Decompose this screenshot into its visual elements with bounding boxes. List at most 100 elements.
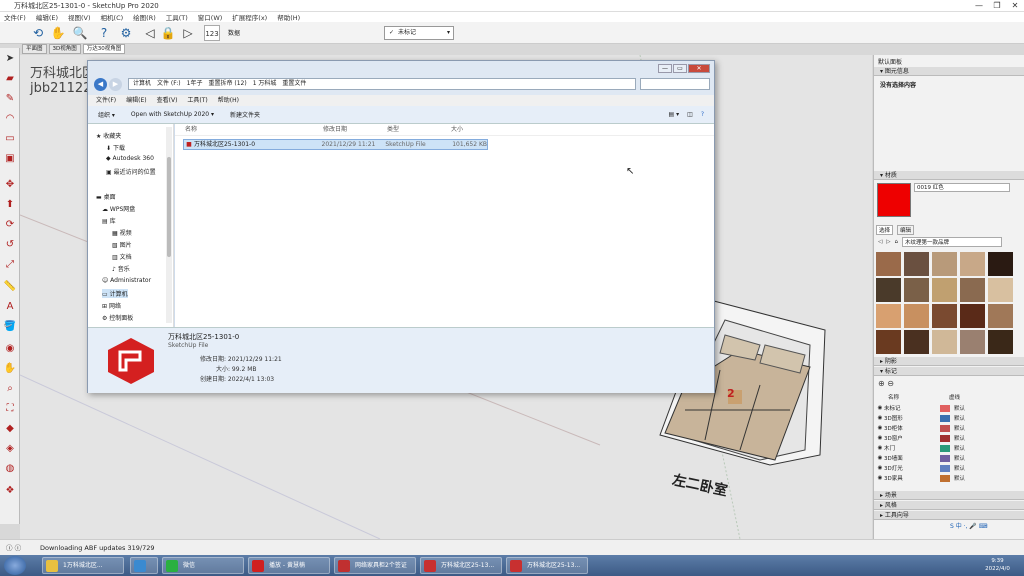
col-size[interactable]: 大小 [451,124,501,135]
taskbar-item[interactable]: 微信 [162,557,244,574]
minimize-button[interactable]: — [970,1,988,10]
nav-downloads[interactable]: ⬇ 下载 [106,143,125,152]
gear-icon[interactable]: ⚙ [118,25,134,41]
explorer-menu-view[interactable]: 查看(V) [157,95,178,106]
visibility-icon[interactable]: ◉ [876,475,884,481]
arrow-right-icon[interactable]: ▷ [180,25,196,41]
arrow-left-icon[interactable]: ◁ [142,25,158,41]
zoom-icon[interactable]: 🔍 [72,25,88,41]
col-name[interactable]: 名称 [175,124,323,135]
tag-color[interactable] [940,464,950,472]
col-type[interactable]: 类型 [387,124,451,135]
taskbar-clock[interactable]: 9:39 2022/4/0 [975,557,1020,573]
taskbar-item[interactable]: 网络家具柜2个签证 [334,557,416,574]
materials-header[interactable]: ▾ 材质 [874,171,1024,180]
add-tag-icon[interactable]: ⊕ ⊖ [878,379,894,388]
material-swatch[interactable] [960,304,985,328]
styles-header[interactable]: ▸ 风格 [874,501,1024,510]
tag-color[interactable] [940,434,950,442]
tag-row[interactable]: ◉ 3D窗户 默认 [876,433,1016,443]
tag-color[interactable] [940,414,950,422]
tag-color[interactable] [940,444,950,452]
follow-me-icon[interactable]: ↺ [3,238,17,252]
visibility-icon[interactable]: ◉ [876,425,884,431]
nav-docs[interactable]: ▥ 文档 [112,252,132,261]
tools-guide-header[interactable]: ▸ 工具向导 [874,511,1024,520]
nav-scrollbar[interactable] [166,127,172,323]
nav-computer[interactable]: ▭ 计算机 [102,289,128,298]
menu-file[interactable]: 文件(F) [4,12,26,22]
nav-autodesk[interactable]: ◆ Autodesk 360 [106,155,154,162]
tag-color[interactable] [940,474,950,482]
tag-row[interactable]: ◉ 未标记 默认 [876,403,1016,413]
tab-3d-view[interactable]: 3D视角图 [48,44,81,54]
preview-pane-icon[interactable]: ◫ [687,111,693,118]
material-swatch[interactable] [876,278,901,302]
menu-edit[interactable]: 编辑(E) [36,12,58,22]
material-swatch[interactable] [876,304,901,328]
explorer-menu-file[interactable]: 文件(F) [96,95,116,106]
file-row[interactable]: ■ 万科城北区25-1301-0 2021/12/29 11:21 Sketch… [183,139,488,150]
material-swatch[interactable] [932,252,957,276]
back-icon[interactable]: ◁ [878,239,882,245]
lock-icon[interactable]: 🔒 [160,25,176,41]
walk-icon[interactable]: ◈ [3,442,17,456]
orbit-icon[interactable]: ⟲ [30,25,46,41]
taskbar-item[interactable]: 万科城北区25-13... [420,557,502,574]
tab-wanda-view[interactable]: 万达30视角图 [82,44,126,54]
forward-button[interactable]: ▶ [109,78,122,91]
material-swatch[interactable] [904,330,929,354]
material-swatch[interactable] [904,252,929,276]
zoom-tool-icon[interactable]: ⌕ [3,382,17,396]
breadcrumb-folder-2[interactable]: 重置拆帝 (12) [208,79,246,89]
eraser-icon[interactable]: ▰ [3,72,17,86]
arc-icon[interactable]: ◠ [3,112,17,126]
extension-icon[interactable]: ❖ [3,484,17,498]
material-swatch[interactable] [876,252,901,276]
tag-row[interactable]: ◉ 3D墙面 默认 [876,453,1016,463]
nav-videos[interactable]: ▦ 视频 [112,228,132,237]
forward-icon[interactable]: ▷ [886,239,890,245]
material-swatch[interactable] [988,278,1013,302]
section-icon[interactable]: ◆ [3,422,17,436]
view-options-icon[interactable]: ▤ ▾ [669,111,680,118]
material-swatch[interactable] [988,304,1013,328]
breadcrumb-drive[interactable]: 文件 (F:) [157,79,181,89]
menu-view[interactable]: 视图(V) [68,12,91,22]
tape-measure-icon[interactable]: 📏 [3,280,17,294]
material-swatch[interactable] [960,278,985,302]
nav-recent[interactable]: ▣ 最近访问的位置 [106,167,156,176]
tag-color[interactable] [940,454,950,462]
pencil-icon[interactable]: ✎ [3,92,17,106]
explorer-menu-edit[interactable]: 编辑(E) [126,95,146,106]
menu-help[interactable]: 帮助(H) [277,12,300,22]
maximize-button[interactable]: ❐ [988,1,1006,10]
shape-icon[interactable]: ▣ [3,152,17,166]
search-input[interactable] [640,78,710,90]
tag-select[interactable]: ✓ 未标记 ▾ [384,26,454,40]
pan-tool-icon[interactable]: ✋ [3,362,17,376]
material-swatch[interactable] [876,330,901,354]
rectangle-icon[interactable]: ▭ [3,132,17,146]
entity-info-header[interactable]: ▾ 图元信息 [874,67,1024,76]
menu-window[interactable]: 窗口(W) [198,12,223,22]
tag-color[interactable] [940,424,950,432]
tab-plan[interactable]: 平面图 [22,44,47,54]
taskbar-item[interactable]: 播放 - 黄慧楠 [248,557,330,574]
paint-bucket-icon[interactable]: 🪣 [3,320,17,334]
nav-network[interactable]: ⊞ 网络 [102,301,121,310]
orbit-tool-icon[interactable]: ◉ [3,342,17,356]
tag-color[interactable] [940,404,950,412]
material-swatch[interactable] [904,278,929,302]
visibility-icon[interactable]: ◉ [876,435,884,441]
nav-control-panel[interactable]: ⚙ 控制面板 [102,313,133,322]
menu-camera[interactable]: 相机(C) [101,12,124,22]
material-swatch[interactable] [960,252,985,276]
nav-music[interactable]: ♪ 音乐 [112,264,130,273]
explorer-minimize-button[interactable]: — [658,64,672,73]
material-swatch[interactable] [960,330,985,354]
visibility-icon[interactable]: ◉ [876,455,884,461]
visibility-icon[interactable]: ◉ [876,405,884,411]
material-name-field[interactable]: 0019 红色 [914,183,1010,192]
back-button[interactable]: ◀ [94,78,107,91]
